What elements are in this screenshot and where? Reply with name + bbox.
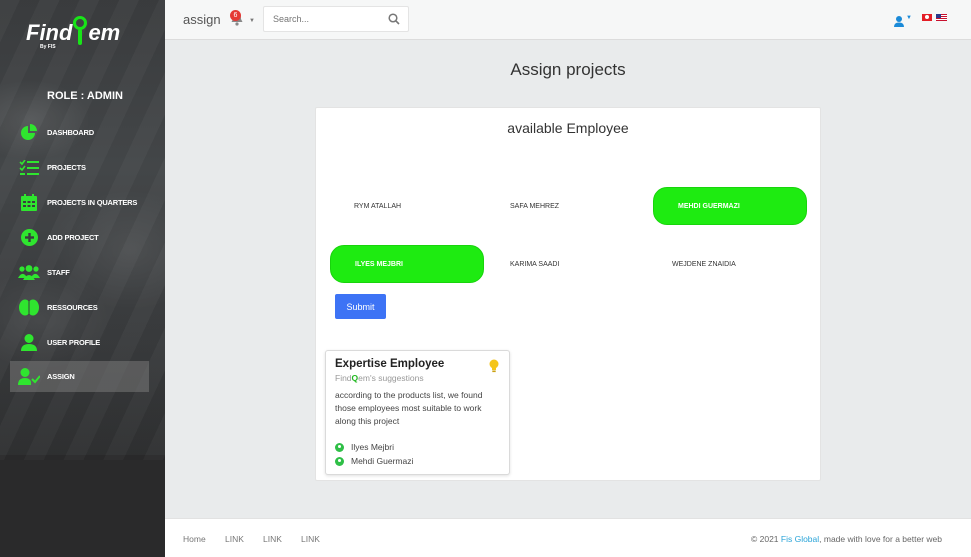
employee-option[interactable]: WEJDENE ZNAIDIA — [648, 245, 802, 283]
tunisia-flag-icon[interactable] — [922, 14, 932, 21]
notification-badge: 6 — [230, 10, 241, 21]
location-pin-icon — [73, 16, 88, 46]
checklist-icon — [18, 158, 40, 178]
suggested-employee: Ilyes Mejbri — [335, 442, 394, 452]
page-title: Assign projects — [510, 60, 626, 79]
calendar-icon — [18, 193, 40, 213]
subtitle-part: Find — [335, 373, 352, 383]
sidebar-item-user-profile[interactable]: USER PROFILE — [10, 327, 149, 358]
sidebar-item-assign[interactable]: ASSIGN — [10, 361, 149, 392]
footer: Home LINK LINK LINK © 2021 Fis Global, m… — [165, 518, 971, 557]
submit-button[interactable]: Submit — [335, 294, 386, 319]
sidebar-item-label: ASSIGN — [47, 372, 75, 381]
brand-link[interactable]: Fis Global — [781, 534, 819, 544]
subtitle-part: em's suggestions — [358, 373, 424, 383]
suggested-employee: Mehdi Guermazi — [335, 456, 413, 466]
sidebar-item-projects[interactable]: PROJECTS — [10, 152, 149, 183]
sidebar-item-label: RESSOURCES — [47, 303, 98, 312]
employee-name: RYM ATALLAH — [354, 202, 402, 210]
pie-chart-icon — [18, 123, 40, 143]
sidebar-item-projects-in-quarters[interactable]: PROJECTS IN QUARTERS — [10, 187, 149, 218]
search-icon[interactable] — [388, 12, 400, 30]
user-check-icon — [18, 367, 40, 387]
sidebar-item-label: DASHBOARD — [47, 128, 94, 137]
chevron-down-icon[interactable]: ▼ — [249, 18, 255, 24]
logo-subtitle: By FIS — [40, 44, 56, 50]
suggested-employee-name: Mehdi Guermazi — [351, 456, 414, 466]
sidebar-footer-area — [0, 455, 165, 557]
brain-icon — [18, 298, 40, 318]
suggested-employee-name: Ilyes Mejbri — [351, 442, 394, 452]
page-breadcrumb: assign — [183, 12, 221, 27]
sidebar-item-add-project[interactable]: ADD PROJECT — [10, 222, 149, 253]
user-menu-icon[interactable] — [894, 14, 904, 32]
search-input[interactable] — [264, 7, 374, 31]
card-title: available Employee — [507, 120, 629, 136]
suggestions-card: Expertise Employee FindQem's suggestions… — [325, 350, 510, 475]
employee-option-selected[interactable]: ILYES MEJBRI — [330, 245, 484, 283]
copyright-suffix: , made with love for a better web — [819, 534, 942, 544]
suggestions-subtitle: FindQem's suggestions — [335, 373, 424, 383]
footer-link-home[interactable]: Home — [183, 534, 206, 544]
suggestions-title: Expertise Employee — [335, 358, 445, 370]
employee-name: ILYES MEJBRI — [355, 260, 403, 268]
copyright: © 2021 Fis Global, made with love for a … — [751, 534, 942, 544]
logo-text-prefix: Find — [26, 20, 73, 45]
employee-option[interactable]: KARIMA SAADI — [486, 245, 640, 283]
sidebar-item-staff[interactable]: STAFF — [10, 257, 149, 288]
sidebar-item-label: ADD PROJECT — [47, 233, 99, 242]
search-box — [263, 6, 409, 32]
employee-option-selected[interactable]: MEHDI GUERMAZI — [653, 187, 807, 225]
us-flag-icon[interactable] — [936, 14, 947, 21]
footer-link[interactable]: LINK — [263, 534, 282, 544]
top-navbar: assign 6 ▼ ▼ — [165, 0, 971, 40]
employee-name: SAFA MEHREZ — [510, 202, 560, 210]
app-logo[interactable]: Find em — [26, 16, 120, 46]
assign-card: available Employee RYM ATALLAH SAFA MEHR… — [315, 107, 821, 481]
role-label: ROLE : ADMIN — [47, 90, 123, 102]
user-circle-icon — [335, 456, 344, 466]
sidebar-item-label: PROJECTS IN QUARTERS — [47, 198, 138, 207]
sidebar: Find em By FIS ROLE : ADMIN DASHBOARD PR… — [0, 0, 165, 557]
chevron-down-icon[interactable]: ▼ — [906, 15, 912, 21]
copyright-prefix: © 2021 — [750, 534, 781, 544]
employee-option[interactable]: SAFA MEHREZ — [486, 187, 640, 225]
sidebar-item-label: PROJECTS — [47, 163, 86, 172]
employee-name: WEJDENE ZNAIDIA — [672, 260, 736, 268]
sidebar-item-label: STAFF — [47, 268, 70, 277]
sidebar-item-dashboard[interactable]: DASHBOARD — [10, 117, 149, 148]
employee-option[interactable]: RYM ATALLAH — [330, 187, 484, 225]
plus-circle-icon — [18, 228, 40, 248]
logo-text-suffix: em — [88, 20, 121, 45]
lightbulb-icon — [489, 359, 499, 378]
employee-name: MEHDI GUERMAZI — [678, 202, 740, 210]
users-icon — [18, 263, 40, 283]
suggestions-text: according to the products list, we found… — [335, 390, 483, 426]
footer-link[interactable]: LINK — [301, 534, 320, 544]
user-circle-icon — [335, 442, 344, 452]
sidebar-item-label: USER PROFILE — [47, 338, 101, 347]
employee-name: KARIMA SAADI — [510, 260, 560, 268]
user-icon — [18, 333, 40, 353]
footer-link[interactable]: LINK — [225, 534, 244, 544]
sidebar-item-ressources[interactable]: RESSOURCES — [10, 292, 149, 323]
